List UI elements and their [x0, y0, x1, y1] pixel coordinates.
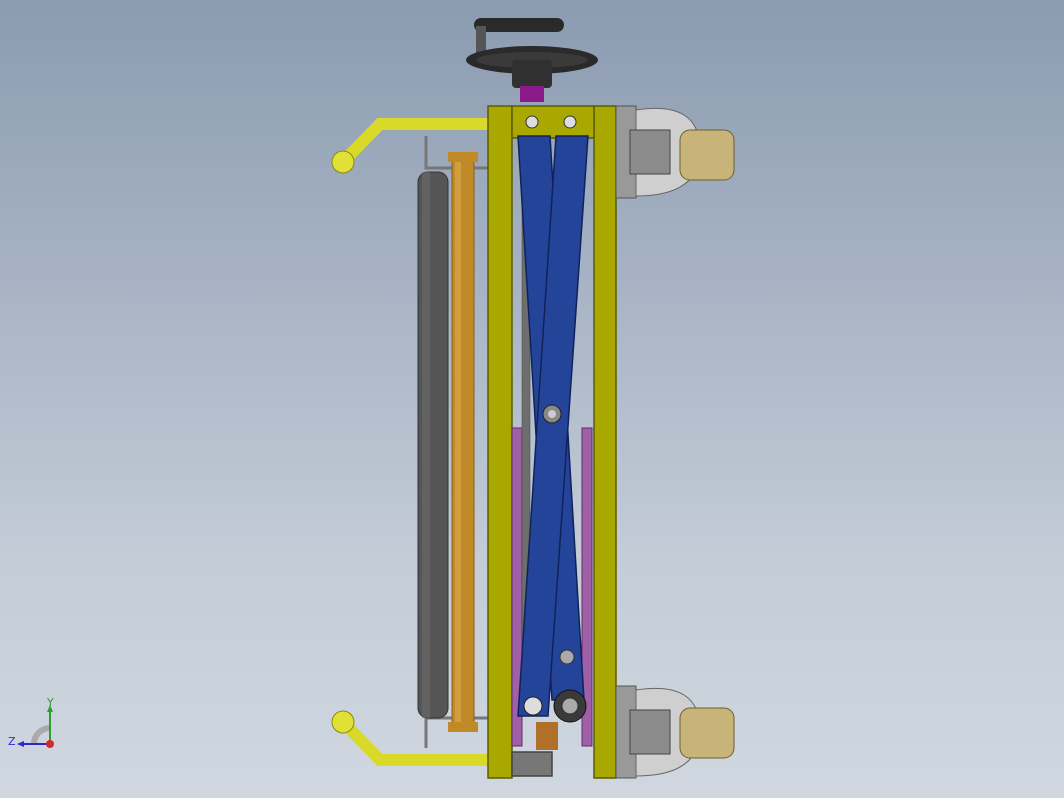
caster-top[interactable] — [615, 105, 735, 199]
frame-left-post — [487, 105, 513, 779]
cad-viewport[interactable]: Y Z — [0, 0, 1064, 798]
caster-bottom-wheel — [679, 707, 735, 759]
bottom-handle-ball — [331, 710, 355, 734]
scissor-lift-model[interactable] — [0, 0, 1064, 798]
frame-right-post — [593, 105, 617, 779]
top-handle-ball — [331, 150, 355, 174]
wheel-hub — [512, 60, 552, 88]
y-axis-label: Y — [47, 696, 54, 709]
x-axis-dot — [46, 740, 54, 748]
dark-roller[interactable] — [417, 171, 449, 719]
screw-nut-bottom — [536, 722, 558, 750]
frame-top-beam — [511, 105, 595, 139]
caster-bottom[interactable] — [615, 685, 735, 779]
screw-nut — [520, 86, 544, 102]
bottom-pin — [523, 696, 543, 716]
crank-grip — [474, 18, 564, 32]
lower-pin — [559, 649, 575, 665]
orientation-triad: Y Z — [6, 696, 66, 760]
handwheel[interactable] — [466, 18, 598, 102]
top-pin-right — [563, 115, 577, 129]
z-axis-label: Z — [8, 735, 16, 748]
orange-roller[interactable] — [448, 152, 478, 732]
caster-top-wheel — [679, 129, 735, 181]
top-pin-left — [525, 115, 539, 129]
frame-bottom-block — [511, 751, 553, 777]
